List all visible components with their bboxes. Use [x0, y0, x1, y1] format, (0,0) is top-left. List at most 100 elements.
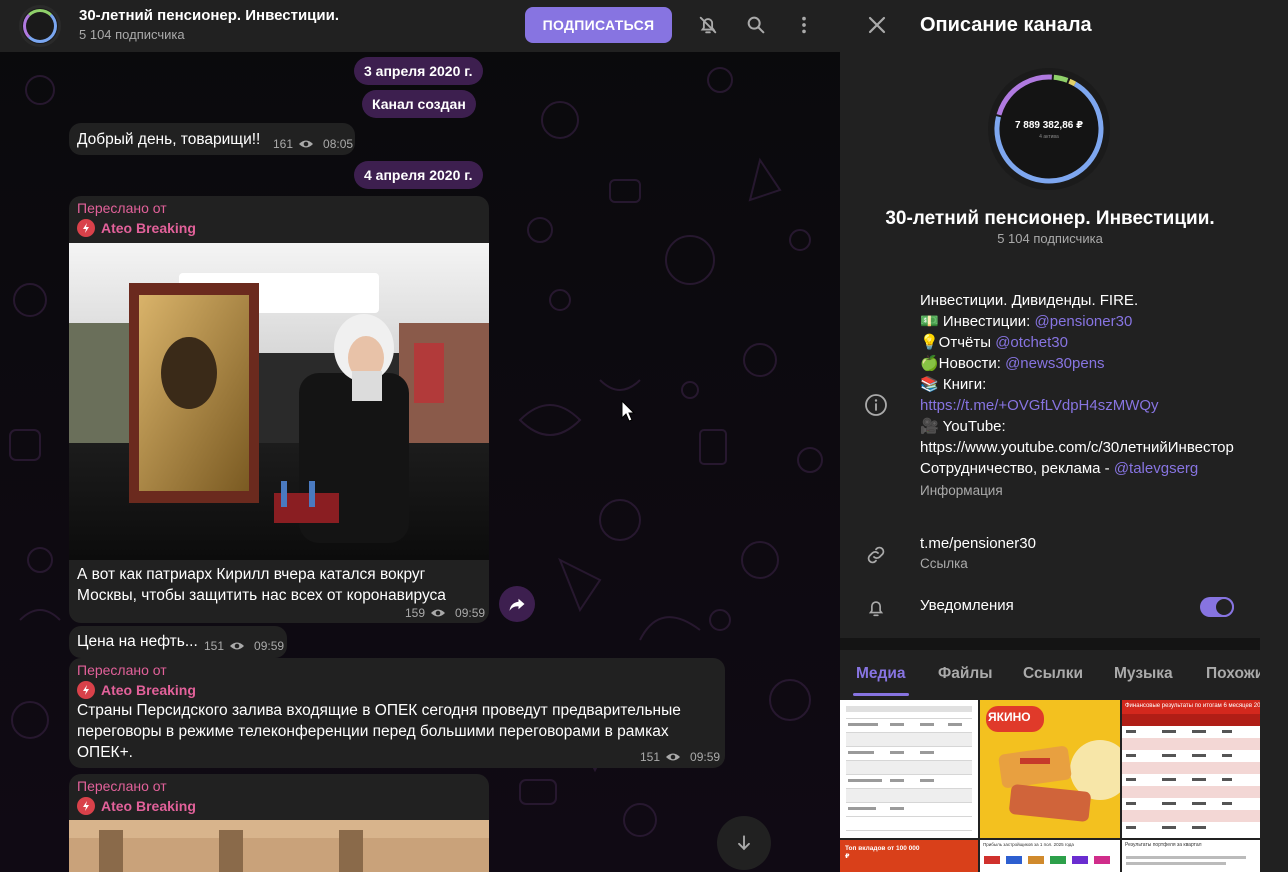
- description-line: 💵 Инвестиции: @pensioner30: [920, 313, 1133, 330]
- notifications-label: Уведомления: [920, 597, 1014, 614]
- scroll-to-bottom-button[interactable]: [717, 816, 771, 870]
- mute-bell-icon[interactable]: [695, 12, 721, 38]
- description-line: Сотрудничество, реклама - @talevgserg: [920, 460, 1199, 477]
- views-count: 151: [640, 750, 661, 764]
- media-thumbnail[interactable]: ЯКИНО: [980, 700, 1120, 838]
- tab-links[interactable]: Ссылки: [1023, 650, 1083, 698]
- portfolio-amount: 7 889 382,86 ₽: [1014, 120, 1084, 131]
- section-divider: [840, 638, 1260, 650]
- message-bubble[interactable]: Переслано от Ateo Breaking: [69, 196, 489, 623]
- link-caption: Ссылка: [920, 556, 968, 571]
- message-text: Цена на нефть...: [77, 633, 198, 650]
- message-bubble[interactable]: Добрый день, товарищи!! 161 08:05: [69, 123, 355, 155]
- link-otchet30[interactable]: @otchet30: [995, 334, 1068, 351]
- date-separator: 3 апреля 2020 г.: [354, 57, 483, 85]
- info-scrollbar-track: [1260, 0, 1288, 872]
- forwarded-source[interactable]: Ateo Breaking: [77, 219, 196, 237]
- media-thumbnail[interactable]: Результаты портфеля за квартал: [1122, 840, 1260, 872]
- channel-link[interactable]: t.me/pensioner30: [920, 535, 1036, 552]
- message-meta: 159 09:59: [405, 606, 485, 620]
- description-line: 🍏Новости: @news30pens: [920, 355, 1105, 372]
- description-line: 🎥 YouTube:: [920, 418, 1006, 435]
- message-bubble[interactable]: Цена на нефть... 151 09:59: [69, 626, 287, 658]
- forwarded-source-name: Ateo Breaking: [101, 682, 196, 698]
- thumbnail-heading: Результаты портфеля за квартал: [1125, 842, 1202, 848]
- link-icon: [863, 542, 889, 568]
- search-icon[interactable]: [743, 12, 769, 38]
- youtube-url[interactable]: https://www.youtube.com/c/30летнийИнвест…: [920, 437, 1250, 458]
- description-caption: Информация: [920, 483, 1003, 498]
- message-bubble[interactable]: Переслано от Ateo Breaking Страны Персид…: [69, 658, 725, 768]
- forwarded-from-label: Переслано от: [77, 200, 167, 216]
- message-bubble[interactable]: Переслано от Ateo Breaking: [69, 774, 489, 872]
- close-button[interactable]: [864, 12, 890, 38]
- date-separator: 4 апреля 2020 г.: [354, 161, 483, 189]
- message-photo[interactable]: [69, 820, 489, 872]
- message-text: А вот как патриарх Кирилл вчера катался …: [77, 566, 446, 604]
- views-eye-icon: [299, 140, 314, 148]
- thumbnail-heading: Финансовые результаты по итогам 6 месяце…: [1122, 700, 1260, 714]
- media-grid: ЯКИНО Финансовые результаты по итогам 6 …: [840, 700, 1260, 872]
- bell-icon: [863, 595, 889, 621]
- thumbnail-heading: Прибыль застройщиков за 1 пол. 2025 года: [983, 842, 1074, 847]
- media-thumbnail[interactable]: Прибыль застройщиков за 1 пол. 2025 года: [980, 840, 1120, 872]
- message-text: Страны Персидского залива входящие в ОПЕ…: [77, 702, 681, 761]
- mouse-cursor-icon: [621, 400, 636, 422]
- source-avatar-icon: [77, 681, 95, 699]
- views-eye-icon: [230, 642, 245, 650]
- channel-avatar-large[interactable]: 7 889 382,86 ₽ 4 актива: [988, 68, 1110, 190]
- channel-info-pane: Описание канала 7 889 382,86 ₽ 4 актива …: [840, 0, 1288, 872]
- chat-pane: 30-летний пенсионер. Инвестиции. 5 104 п…: [0, 0, 840, 872]
- source-avatar-icon: [77, 797, 95, 815]
- subscribe-button[interactable]: ПОДПИСАТЬСЯ: [525, 7, 672, 43]
- link-talevgserg[interactable]: @talevgserg: [1114, 460, 1198, 477]
- subscriber-count: 5 104 подписчика: [79, 27, 185, 42]
- thumbnail-heading: Топ вкладов от 100 000 ₽: [845, 845, 920, 860]
- share-button[interactable]: [499, 586, 535, 622]
- link-pensioner30[interactable]: @pensioner30: [1035, 313, 1133, 330]
- description-line: 💡Отчёты @otchet30: [920, 334, 1068, 351]
- arrow-down-icon: [738, 835, 750, 851]
- tab-similar[interactable]: Похожи: [1206, 650, 1264, 698]
- info-header: Описание канала: [840, 0, 1288, 52]
- views-eye-icon: [666, 753, 681, 761]
- message-text: Добрый день, товарищи!!: [77, 131, 261, 148]
- tab-media[interactable]: Медиа: [853, 650, 909, 698]
- forwarded-source[interactable]: Ateo Breaking: [77, 681, 196, 699]
- media-thumbnail[interactable]: Топ вкладов от 100 000 ₽: [840, 840, 978, 872]
- link-news30pens[interactable]: @news30pens: [1005, 355, 1104, 372]
- channel-link-row[interactable]: t.me/pensioner30 Ссылка: [920, 535, 1036, 571]
- views-eye-icon: [431, 609, 446, 617]
- notifications-toggle[interactable]: [1200, 597, 1234, 617]
- views-count: 161: [273, 137, 294, 151]
- forwarded-from-label: Переслано от: [77, 662, 167, 678]
- channel-title[interactable]: 30-летний пенсионер. Инвестиции.: [79, 7, 339, 24]
- media-thumbnail[interactable]: [840, 700, 978, 838]
- close-icon: [868, 16, 886, 34]
- tab-music[interactable]: Музыка: [1114, 650, 1173, 698]
- share-arrow-icon: [509, 598, 525, 611]
- more-menu-icon[interactable]: [791, 12, 817, 38]
- info-title: Описание канала: [920, 14, 1092, 36]
- service-message: Канал создан: [362, 90, 476, 118]
- description-line: 📚 Книги:: [920, 376, 987, 393]
- channel-avatar[interactable]: [19, 5, 61, 47]
- views-count: 151: [204, 639, 225, 653]
- media-tabs: Медиа Файлы Ссылки Музыка Похожи: [840, 650, 1264, 698]
- portfolio-assets: 4 актива: [1039, 134, 1059, 140]
- message-time: 09:59: [455, 606, 486, 620]
- forwarded-source-name: Ateo Breaking: [101, 220, 196, 236]
- source-avatar-icon: [77, 219, 95, 237]
- message-time: 09:59: [254, 639, 285, 653]
- message-time: 08:05: [323, 137, 354, 151]
- tab-files[interactable]: Файлы: [938, 650, 992, 698]
- views-count: 159: [405, 606, 426, 620]
- link-books[interactable]: https://t.me/+OVGfLVdpH4szMWQy: [920, 395, 1250, 416]
- description-line: Инвестиции. Дивиденды. FIRE.: [920, 292, 1139, 309]
- subscriber-count: 5 104 подписчика: [997, 231, 1103, 246]
- channel-name: 30-летний пенсионер. Инвестиции.: [885, 208, 1215, 229]
- message-photo[interactable]: [69, 243, 489, 560]
- thumbnail-brand: ЯКИНО: [988, 710, 1031, 724]
- media-thumbnail[interactable]: Финансовые результаты по итогам 6 месяце…: [1122, 700, 1260, 838]
- forwarded-source[interactable]: Ateo Breaking: [77, 797, 196, 815]
